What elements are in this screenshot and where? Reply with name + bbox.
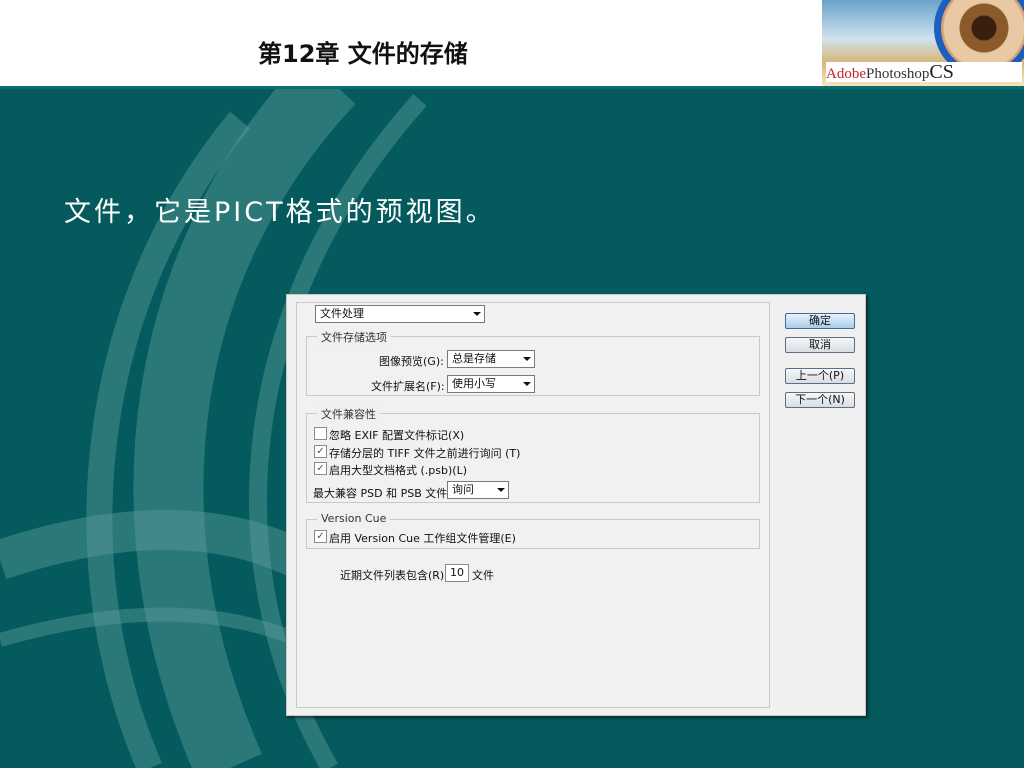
preferences-dialog: 文件处理 文件存储选项 图像预览(G): 总是存储 文件扩展名(F): 使用小写… xyxy=(286,294,866,716)
slide-header: 第12章 文件的存储 AdobePhotoshopCS xyxy=(0,0,1024,89)
version-cue-label: 启用 Version Cue 工作组文件管理(E) xyxy=(329,532,516,545)
file-saving-group: 文件存储选项 图像预览(G): 总是存储 文件扩展名(F): 使用小写 xyxy=(306,329,760,396)
panel-select-value: 文件处理 xyxy=(320,307,364,320)
extension-label: 文件扩展名(F): xyxy=(371,380,445,393)
large-doc-label: 启用大型文档格式 (.psb)(L) xyxy=(329,464,467,477)
recent-files-input[interactable]: 10 xyxy=(445,564,469,582)
version-cue-legend: Version Cue xyxy=(317,512,391,525)
image-preview-value: 总是存储 xyxy=(452,352,496,365)
logo-adobe: Adobe xyxy=(826,66,866,82)
ok-button[interactable]: 确定 xyxy=(785,313,855,329)
version-cue-checkbox[interactable]: ✓ xyxy=(314,530,327,543)
logo-text: AdobePhotoshopCS xyxy=(826,62,1022,82)
chevron-down-icon xyxy=(473,312,481,316)
max-compat-value: 询问 xyxy=(452,483,474,496)
image-preview-label: 图像预览(G): xyxy=(379,355,444,368)
ask-tiff-checkbox[interactable]: ✓ xyxy=(314,445,327,458)
panel-select[interactable]: 文件处理 xyxy=(315,305,485,323)
max-compat-label: 最大兼容 PSD 和 PSB 文件: xyxy=(313,487,451,500)
extension-value: 使用小写 xyxy=(452,377,496,390)
logo-cs: CS xyxy=(929,61,954,83)
logo-photoshop: Photoshop xyxy=(866,66,930,82)
chevron-down-icon xyxy=(497,488,505,492)
recent-files-unit: 文件 xyxy=(472,569,494,582)
photoshop-logo: AdobePhotoshopCS xyxy=(822,0,1024,86)
slide-title: 第12章 文件的存储 xyxy=(258,40,468,68)
max-compat-select[interactable]: 询问 xyxy=(447,481,509,499)
extension-select[interactable]: 使用小写 xyxy=(447,375,535,393)
compat-group: 文件兼容性 忽略 EXIF 配置文件标记(X) ✓ 存储分层的 TIFF 文件之… xyxy=(306,406,760,503)
chevron-down-icon xyxy=(523,357,531,361)
ask-tiff-label: 存储分层的 TIFF 文件之前进行询问 (T) xyxy=(329,447,521,460)
ignore-exif-label: 忽略 EXIF 配置文件标记(X) xyxy=(329,429,465,442)
cancel-button[interactable]: 取消 xyxy=(785,337,855,353)
chevron-down-icon xyxy=(523,382,531,386)
slide-subtitle: 文件，它是PICT格式的预视图。 xyxy=(64,197,496,228)
version-cue-group: Version Cue ✓ 启用 Version Cue 工作组文件管理(E) xyxy=(306,512,760,549)
compat-legend: 文件兼容性 xyxy=(317,406,380,422)
file-saving-legend: 文件存储选项 xyxy=(317,329,391,345)
settings-panel: 文件处理 文件存储选项 图像预览(G): 总是存储 文件扩展名(F): 使用小写… xyxy=(296,302,770,708)
ignore-exif-checkbox[interactable] xyxy=(314,427,327,440)
image-preview-select[interactable]: 总是存储 xyxy=(447,350,535,368)
recent-files-label: 近期文件列表包含(R): xyxy=(340,569,448,582)
next-button[interactable]: 下一个(N) xyxy=(785,392,855,408)
large-doc-checkbox[interactable]: ✓ xyxy=(314,462,327,475)
prev-button[interactable]: 上一个(P) xyxy=(785,368,855,384)
